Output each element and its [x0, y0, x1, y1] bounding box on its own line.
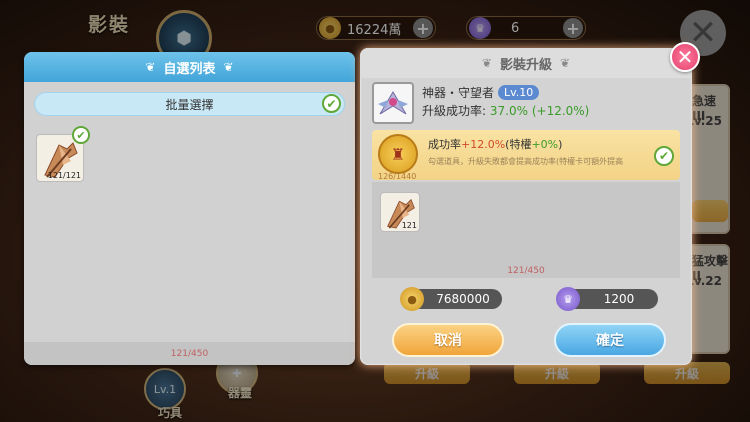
confirm-button[interactable]: 確定 [554, 323, 666, 357]
artifact-name: 神器・守望者 [422, 86, 495, 100]
wing-right-icon: ❦ [560, 56, 571, 70]
bonus-title-suffix: ) [558, 138, 563, 151]
upgrade-title: 影裝升級 [499, 57, 552, 73]
material-count: 121 [401, 221, 417, 230]
artifact-icon [372, 82, 414, 124]
selection-list-panel: ❦ 自選列表 ❦ 批量選擇 ✔ 121/121 ✔ 121/450 [24, 52, 355, 365]
batch-select-label: 批量選擇 [165, 97, 214, 112]
success-rate-value: 37.0% [489, 104, 528, 118]
artifact-name-row: 神器・守望者 Lv.10 [422, 84, 540, 101]
bonus-title-prefix: 成功率 [428, 138, 461, 151]
crystal-cost-value: 1200 [603, 292, 635, 306]
item-selected-check-icon: ✔ [72, 126, 90, 144]
success-rate-row: 升級成功率: 37.0% (+12.0%) [422, 102, 589, 119]
item-count: 121/121 [47, 171, 81, 180]
selection-list-title: 自選列表 [163, 61, 216, 77]
upgrade-panel: ❦ 影裝升級 ❦ 神器・守望者 Lv.10 升級成功率: 37.0% (+12.… [360, 48, 692, 365]
bonus-privilege-value: +0% [531, 138, 559, 151]
selection-list-header: ❦ 自選列表 ❦ [24, 52, 355, 82]
cancel-button[interactable]: 取消 [392, 323, 504, 357]
success-rate-label: 升級成功率: [422, 104, 487, 118]
gold-cost: ● 7680000 [400, 287, 502, 311]
success-rate-bonus: (+12.0%) [531, 104, 590, 118]
upgrade-header: ❦ 影裝升級 ❦ [360, 48, 692, 78]
gold-coin-icon: ● [400, 287, 424, 311]
selection-count: 121/450 [24, 342, 355, 365]
bonus-title-value: +12.0% [461, 138, 506, 151]
wing-left-icon: ❦ [145, 60, 156, 74]
batch-select-button[interactable]: 批量選擇 ✔ [34, 92, 345, 116]
bonus-description: 勾選道具，升級失敗都會提高成功率(特權卡可額外提高 [428, 157, 624, 166]
success-bonus-icon: ♜ [378, 134, 418, 174]
bonus-title: 成功率+12.0%(特權+0%) [428, 136, 562, 152]
bonus-privilege-prefix: (特權 [505, 138, 532, 151]
batch-check-icon: ✔ [322, 94, 341, 113]
close-icon[interactable]: ✕ [670, 42, 700, 72]
material-area: 121 [372, 182, 680, 278]
bonus-count: 126/1440 [378, 172, 417, 181]
wing-left-icon: ❦ [481, 56, 492, 70]
bonus-check-icon[interactable]: ✔ [654, 146, 674, 166]
guardian-weapon-icon [378, 91, 408, 115]
crystal-cost: ♛ 1200 [556, 287, 658, 311]
material-item[interactable]: 121 [380, 192, 420, 232]
artifact-level-badge: Lv.10 [498, 85, 540, 100]
wing-right-icon: ❦ [223, 60, 234, 74]
crystal-icon: ♛ [556, 287, 580, 311]
gold-cost-value: 7680000 [436, 292, 490, 306]
material-count-footer: 121/450 [507, 266, 545, 276]
bonus-item-row[interactable]: ♜ 126/1440 成功率+12.0%(特權+0%) 勾選道具，升級失敗都會提… [372, 130, 680, 181]
